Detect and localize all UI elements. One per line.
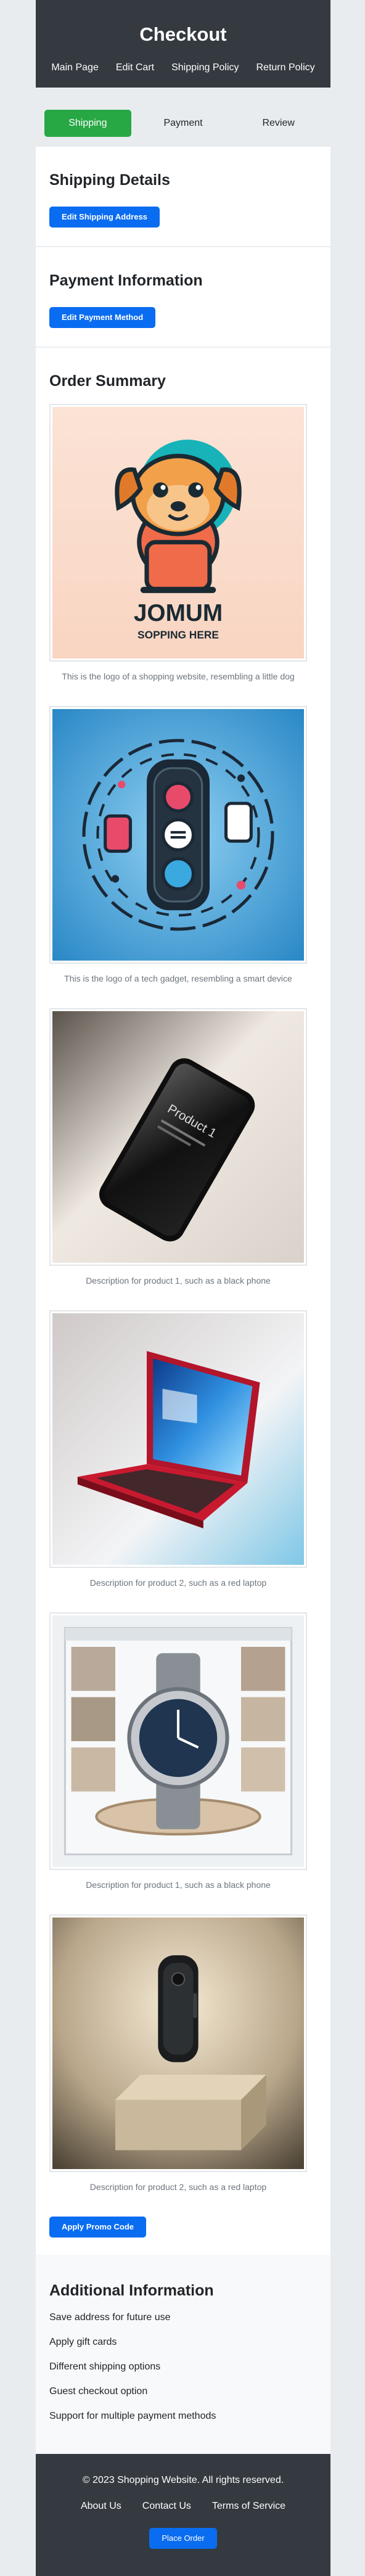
order-summary-title: Order Summary <box>49 372 166 390</box>
product-image: JOMUM SOPPING HERE <box>49 404 307 662</box>
list-item: Support for multiple payment methods <box>49 2411 216 2421</box>
footer-link-about[interactable]: About Us <box>81 2501 121 2512</box>
summary-item: This is the logo of a tech gadget, resem… <box>49 706 317 983</box>
watch-image <box>52 1615 304 1867</box>
summary-item: Product 1 Description for product 1, suc… <box>49 1008 317 1286</box>
checkout-steps: Shipping Payment Review <box>36 100 330 147</box>
nav-shipping-policy[interactable]: Shipping Policy <box>171 62 239 74</box>
phone-image: Product 1 <box>52 1011 304 1263</box>
item-caption: Description for product 2, such as a red… <box>89 1578 267 1588</box>
step-review[interactable]: Review <box>235 110 322 137</box>
item-caption: This is the logo of a tech gadget, resem… <box>64 974 292 983</box>
device-image <box>52 1918 304 2169</box>
page: Checkout Main Page Edit Cart Shipping Po… <box>0 0 365 2576</box>
site-header: Checkout Main Page Edit Cart Shipping Po… <box>36 0 330 88</box>
item-caption: Description for product 1, such as a bla… <box>86 1880 271 1890</box>
summary-item: Description for product 1, such as a bla… <box>49 1612 317 1890</box>
copyright-text: © 2023 Shopping Website. All rights rese… <box>82 2475 284 2485</box>
product-image <box>49 1612 307 1870</box>
logo-text-2: SOPPING HERE <box>137 628 219 641</box>
edit-shipping-address-button[interactable]: Edit Shipping Address <box>49 207 160 228</box>
main-column: Checkout Main Page Edit Cart Shipping Po… <box>36 0 330 2255</box>
product-image <box>49 1914 307 2172</box>
shipping-section: Shipping Details Edit Shipping Address <box>36 147 330 246</box>
footer-links: About Us Contact Us Terms of Service <box>48 2501 318 2512</box>
step-shipping[interactable]: Shipping <box>44 110 131 137</box>
payment-section: Payment Information Edit Payment Method <box>36 246 330 347</box>
summary-item: JOMUM SOPPING HERE This is the logo of a… <box>49 404 317 681</box>
list-item: Save address for future use <box>49 2312 171 2323</box>
list-item: Apply gift cards <box>49 2337 117 2347</box>
nav-return-policy[interactable]: Return Policy <box>256 62 315 74</box>
list-item: Different shipping options <box>49 2361 161 2372</box>
product-image <box>49 1310 307 1568</box>
product-image <box>49 706 307 964</box>
laptop-image <box>52 1313 304 1565</box>
gadget-logo-image <box>52 709 304 961</box>
item-caption: This is the logo of a shopping website, … <box>62 671 295 681</box>
item-caption: Description for product 2, such as a red… <box>89 2182 267 2192</box>
additional-info-list: Save address for future use Apply gift c… <box>49 2312 317 2422</box>
nav-main-page[interactable]: Main Page <box>51 62 99 74</box>
footer-link-contact[interactable]: Contact Us <box>142 2501 191 2512</box>
order-summary-section: Order Summary JOMUM SOPPING HERE This is… <box>36 347 330 2255</box>
step-payment[interactable]: Payment <box>140 110 227 137</box>
site-footer: © 2023 Shopping Website. All rights rese… <box>36 2454 330 2576</box>
payment-title: Payment Information <box>49 272 203 289</box>
shipping-title: Shipping Details <box>49 171 170 189</box>
product-image: Product 1 <box>49 1008 307 1266</box>
item-caption: Description for product 1, such as a bla… <box>86 1276 271 1286</box>
summary-item: Description for product 2, such as a red… <box>49 1310 317 1588</box>
logo-text-1: JOMUM <box>134 600 223 626</box>
apply-promo-code-button[interactable]: Apply Promo Code <box>49 2217 147 2238</box>
edit-payment-method-button[interactable]: Edit Payment Method <box>49 307 156 328</box>
list-item: Guest checkout option <box>49 2386 148 2397</box>
top-nav: Main Page Edit Cart Shipping Policy Retu… <box>48 62 318 74</box>
additional-info-section: Additional Information Save address for … <box>36 2255 330 2454</box>
dog-logo-image: JOMUM SOPPING HERE <box>52 407 304 658</box>
page-title: Checkout <box>139 23 227 45</box>
place-order-button[interactable]: Place Order <box>149 2528 217 2549</box>
nav-edit-cart[interactable]: Edit Cart <box>116 62 154 74</box>
footer-link-terms[interactable]: Terms of Service <box>212 2501 285 2512</box>
summary-item: Description for product 2, such as a red… <box>49 1914 317 2192</box>
additional-info-title: Additional Information <box>49 2282 214 2299</box>
